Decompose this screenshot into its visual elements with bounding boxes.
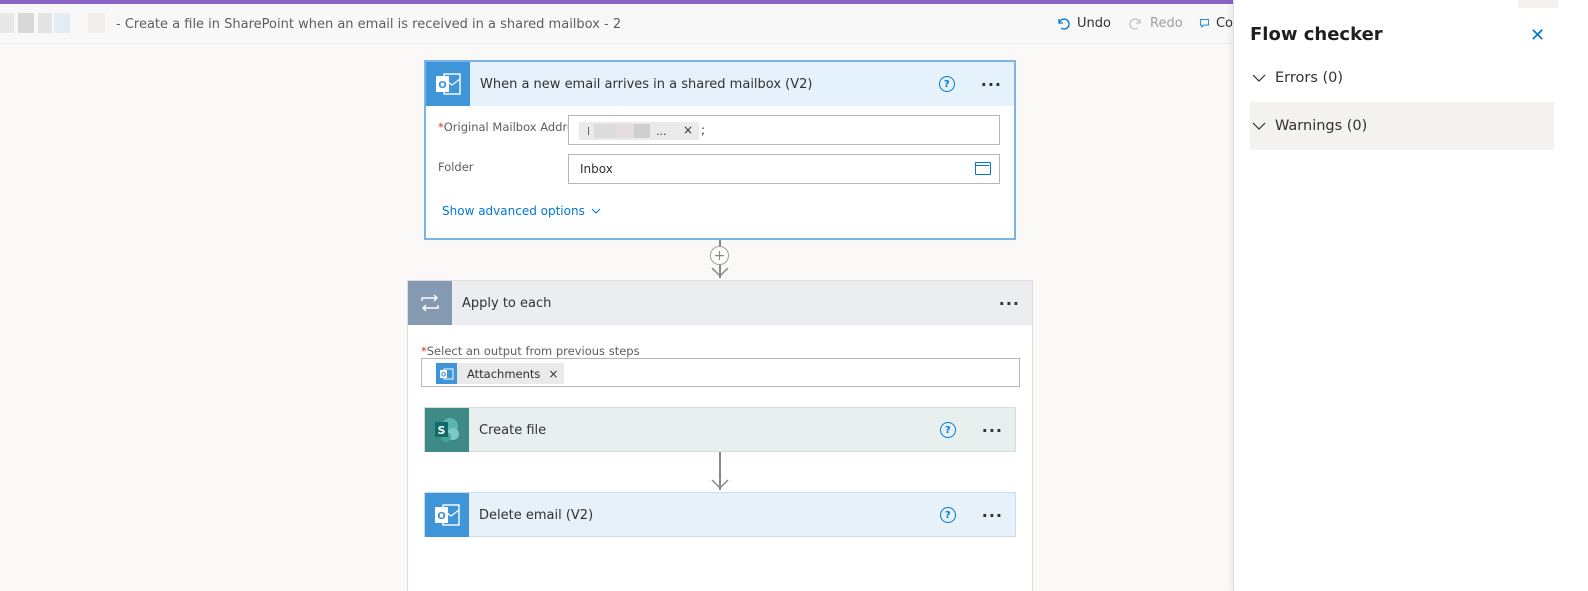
chevron-down-icon [591, 208, 601, 214]
folder-icon[interactable] [975, 162, 991, 175]
chevron-down-icon [1252, 74, 1266, 82]
apply-to-each-header[interactable]: Apply to each ··· [408, 281, 1032, 325]
errors-section[interactable]: Errors (0) [1250, 54, 1554, 102]
mailbox-label: *Original Mailbox Address [438, 120, 587, 134]
trigger-header[interactable]: O When a new email arrives in a shared m… [426, 62, 1014, 106]
folder-input[interactable]: Inbox [568, 154, 1000, 184]
mailbox-token: l ... × [579, 122, 699, 140]
sharepoint-icon: S [425, 408, 469, 452]
flow-checker-panel: Flow checker ✕ Errors (0) Warnings (0) [1233, 0, 1588, 591]
blurred-text [594, 124, 617, 138]
trigger-title: When a new email arrives in a shared mai… [480, 76, 813, 92]
create-file-header[interactable]: S Create file ? ··· [425, 408, 1015, 452]
create-file-card[interactable]: S Create file ? ··· [424, 407, 1016, 452]
flow-header: - Create a file in SharePoint when an em… [0, 4, 1240, 44]
redo-label: Redo [1150, 15, 1183, 31]
trigger-card[interactable]: O When a new email arrives in a shared m… [424, 60, 1016, 240]
flow-title: - Create a file in SharePoint when an em… [116, 17, 622, 32]
svg-text:O: O [437, 511, 446, 522]
remove-token-icon[interactable]: × [683, 123, 693, 137]
folder-label: Folder [438, 160, 474, 174]
create-file-title: Create file [479, 422, 547, 438]
undo-icon [1058, 18, 1070, 30]
undo-label: Undo [1077, 15, 1111, 31]
comments-button[interactable]: Co [1199, 15, 1233, 31]
show-advanced-options-link[interactable]: Show advanced options [442, 204, 601, 218]
panel-title: Flow checker [1250, 24, 1383, 45]
select-output-label: *Select an output from previous steps [421, 344, 640, 358]
blurred-logo [88, 13, 105, 33]
comment-icon [1199, 19, 1210, 29]
blurred-logo [0, 13, 14, 33]
redo-icon [1129, 18, 1141, 30]
blurred-text [616, 124, 635, 138]
chevron-down-icon [1252, 122, 1266, 130]
blurred-logo [38, 13, 52, 33]
close-icon[interactable]: ✕ [1530, 25, 1545, 46]
redo-button[interactable]: Redo [1128, 15, 1183, 31]
more-icon[interactable]: ··· [999, 294, 1020, 313]
attachments-token: O Attachments × [436, 363, 565, 384]
select-output-input[interactable]: O Attachments × [421, 358, 1020, 387]
warnings-section[interactable]: Warnings (0) [1250, 102, 1554, 150]
arrow-down-icon [711, 479, 729, 490]
folder-value: Inbox [580, 162, 613, 176]
blurred-logo [18, 13, 34, 33]
mailbox-input[interactable]: l ... × ; [568, 115, 1000, 145]
help-icon[interactable]: ? [938, 76, 955, 92]
svg-text:O: O [438, 80, 447, 91]
outlook-icon: O [436, 363, 457, 384]
delete-email-title: Delete email (V2) [479, 507, 594, 523]
svg-text:O: O [441, 371, 446, 378]
blurred-text [634, 124, 651, 138]
remove-token-icon[interactable]: × [548, 367, 558, 381]
comments-label: Co [1215, 15, 1233, 31]
panel-notch [1518, 0, 1558, 8]
svg-text:S: S [438, 424, 446, 437]
loop-icon [408, 281, 452, 325]
more-icon[interactable]: ··· [982, 506, 1003, 525]
apply-to-each-title: Apply to each [462, 295, 552, 311]
undo-button[interactable]: Undo [1055, 15, 1111, 31]
delete-email-header[interactable]: O Delete email (V2) ? ··· [425, 493, 1015, 537]
outlook-icon: O [425, 493, 469, 537]
insert-step-button[interactable]: + [710, 246, 729, 265]
more-icon[interactable]: ··· [981, 75, 1002, 94]
blurred-logo [54, 13, 70, 33]
help-icon[interactable]: ? [939, 422, 956, 438]
outlook-icon: O [426, 62, 470, 106]
help-icon[interactable]: ? [939, 507, 956, 523]
more-icon[interactable]: ··· [982, 421, 1003, 440]
delete-email-card[interactable]: O Delete email (V2) ? ··· [424, 492, 1016, 537]
arrow-down-icon [711, 267, 729, 278]
